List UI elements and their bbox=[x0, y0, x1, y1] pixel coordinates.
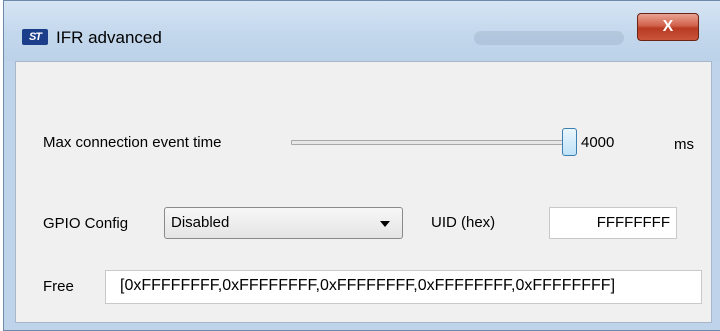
gpio-config-select[interactable]: Disabled bbox=[164, 207, 403, 239]
ifr-advanced-dialog: ST IFR advanced X Max connection event t… bbox=[3, 0, 720, 331]
max-connection-slider[interactable] bbox=[291, 140, 577, 145]
gpio-config-selected: Disabled bbox=[171, 214, 230, 231]
close-icon: X bbox=[662, 18, 674, 35]
window-title: IFR advanced bbox=[56, 28, 162, 47]
st-logo-icon: ST bbox=[22, 29, 48, 45]
gpio-config-label: GPIO Config bbox=[43, 215, 129, 232]
chevron-down-icon bbox=[380, 221, 390, 227]
max-connection-value: 4000 bbox=[581, 134, 615, 151]
close-button[interactable]: X bbox=[637, 13, 699, 41]
title-bar[interactable]: ST IFR advanced X bbox=[4, 1, 720, 61]
uid-input[interactable]: FFFFFFFF bbox=[549, 207, 677, 239]
max-connection-unit: ms bbox=[674, 136, 694, 153]
max-connection-slider-thumb[interactable] bbox=[562, 128, 577, 156]
free-input[interactable]: [0xFFFFFFFF,0xFFFFFFFF,0xFFFFFFFF,0xFFFF… bbox=[105, 270, 702, 304]
max-connection-label: Max connection event time bbox=[43, 134, 222, 151]
uid-label: UID (hex) bbox=[431, 214, 496, 231]
free-label: Free bbox=[43, 278, 74, 295]
dialog-client-area: Max connection event time 4000 ms GPIO C… bbox=[15, 61, 712, 323]
background-window-blur bbox=[474, 31, 624, 45]
